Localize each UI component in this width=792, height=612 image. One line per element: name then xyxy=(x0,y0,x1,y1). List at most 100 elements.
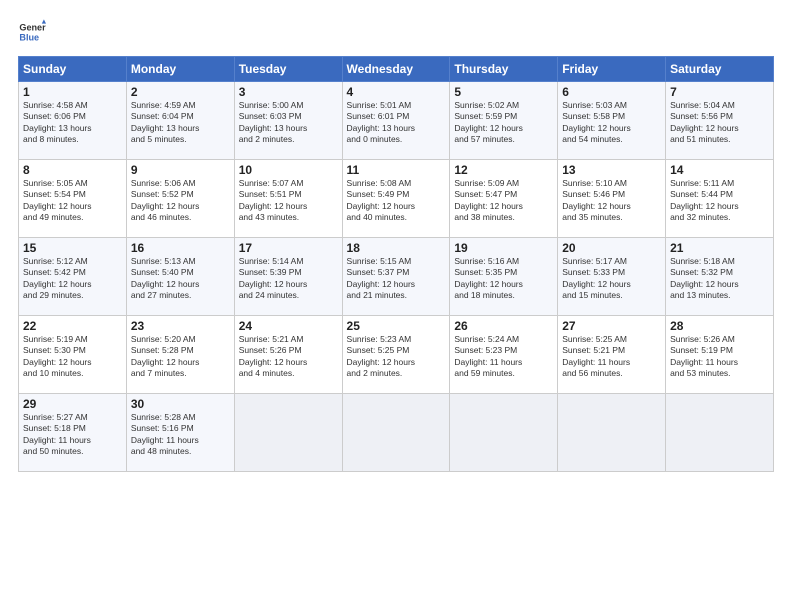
day-number: 3 xyxy=(239,85,338,99)
day-number: 5 xyxy=(454,85,553,99)
weekday-tuesday: Tuesday xyxy=(234,57,342,82)
calendar-cell: 24Sunrise: 5:21 AM Sunset: 5:26 PM Dayli… xyxy=(234,316,342,394)
day-info: Sunrise: 5:15 AM Sunset: 5:37 PM Dayligh… xyxy=(347,256,446,302)
calendar-cell xyxy=(558,394,666,472)
calendar-cell: 17Sunrise: 5:14 AM Sunset: 5:39 PM Dayli… xyxy=(234,238,342,316)
day-info: Sunrise: 5:10 AM Sunset: 5:46 PM Dayligh… xyxy=(562,178,661,224)
header: General Blue xyxy=(18,18,774,46)
weekday-monday: Monday xyxy=(126,57,234,82)
calendar-cell: 20Sunrise: 5:17 AM Sunset: 5:33 PM Dayli… xyxy=(558,238,666,316)
calendar-cell: 11Sunrise: 5:08 AM Sunset: 5:49 PM Dayli… xyxy=(342,160,450,238)
calendar-cell: 22Sunrise: 5:19 AM Sunset: 5:30 PM Dayli… xyxy=(19,316,127,394)
calendar-cell: 30Sunrise: 5:28 AM Sunset: 5:16 PM Dayli… xyxy=(126,394,234,472)
calendar-cell: 18Sunrise: 5:15 AM Sunset: 5:37 PM Dayli… xyxy=(342,238,450,316)
day-number: 29 xyxy=(23,397,122,411)
day-number: 16 xyxy=(131,241,230,255)
day-number: 12 xyxy=(454,163,553,177)
weekday-thursday: Thursday xyxy=(450,57,558,82)
day-number: 11 xyxy=(347,163,446,177)
calendar-cell: 3Sunrise: 5:00 AM Sunset: 6:03 PM Daylig… xyxy=(234,82,342,160)
calendar-cell xyxy=(234,394,342,472)
calendar-cell: 9Sunrise: 5:06 AM Sunset: 5:52 PM Daylig… xyxy=(126,160,234,238)
calendar-cell: 2Sunrise: 4:59 AM Sunset: 6:04 PM Daylig… xyxy=(126,82,234,160)
day-number: 4 xyxy=(347,85,446,99)
day-number: 30 xyxy=(131,397,230,411)
day-info: Sunrise: 5:23 AM Sunset: 5:25 PM Dayligh… xyxy=(347,334,446,380)
calendar-cell: 10Sunrise: 5:07 AM Sunset: 5:51 PM Dayli… xyxy=(234,160,342,238)
calendar-cell: 7Sunrise: 5:04 AM Sunset: 5:56 PM Daylig… xyxy=(666,82,774,160)
day-info: Sunrise: 5:08 AM Sunset: 5:49 PM Dayligh… xyxy=(347,178,446,224)
week-row-5: 29Sunrise: 5:27 AM Sunset: 5:18 PM Dayli… xyxy=(19,394,774,472)
day-number: 17 xyxy=(239,241,338,255)
calendar-cell: 6Sunrise: 5:03 AM Sunset: 5:58 PM Daylig… xyxy=(558,82,666,160)
logo: General Blue xyxy=(18,18,46,46)
day-info: Sunrise: 5:16 AM Sunset: 5:35 PM Dayligh… xyxy=(454,256,553,302)
day-number: 21 xyxy=(670,241,769,255)
calendar-cell: 23Sunrise: 5:20 AM Sunset: 5:28 PM Dayli… xyxy=(126,316,234,394)
weekday-wednesday: Wednesday xyxy=(342,57,450,82)
weekday-saturday: Saturday xyxy=(666,57,774,82)
calendar-cell: 1Sunrise: 4:58 AM Sunset: 6:06 PM Daylig… xyxy=(19,82,127,160)
day-number: 18 xyxy=(347,241,446,255)
day-info: Sunrise: 5:20 AM Sunset: 5:28 PM Dayligh… xyxy=(131,334,230,380)
day-number: 7 xyxy=(670,85,769,99)
day-number: 1 xyxy=(23,85,122,99)
day-info: Sunrise: 5:17 AM Sunset: 5:33 PM Dayligh… xyxy=(562,256,661,302)
day-info: Sunrise: 5:21 AM Sunset: 5:26 PM Dayligh… xyxy=(239,334,338,380)
week-row-3: 15Sunrise: 5:12 AM Sunset: 5:42 PM Dayli… xyxy=(19,238,774,316)
day-info: Sunrise: 5:05 AM Sunset: 5:54 PM Dayligh… xyxy=(23,178,122,224)
day-info: Sunrise: 5:01 AM Sunset: 6:01 PM Dayligh… xyxy=(347,100,446,146)
day-number: 8 xyxy=(23,163,122,177)
day-info: Sunrise: 5:26 AM Sunset: 5:19 PM Dayligh… xyxy=(670,334,769,380)
weekday-friday: Friday xyxy=(558,57,666,82)
calendar-cell: 8Sunrise: 5:05 AM Sunset: 5:54 PM Daylig… xyxy=(19,160,127,238)
day-info: Sunrise: 5:09 AM Sunset: 5:47 PM Dayligh… xyxy=(454,178,553,224)
calendar-cell: 29Sunrise: 5:27 AM Sunset: 5:18 PM Dayli… xyxy=(19,394,127,472)
logo-icon: General Blue xyxy=(18,18,46,46)
day-number: 15 xyxy=(23,241,122,255)
calendar-cell: 13Sunrise: 5:10 AM Sunset: 5:46 PM Dayli… xyxy=(558,160,666,238)
day-number: 9 xyxy=(131,163,230,177)
day-info: Sunrise: 5:07 AM Sunset: 5:51 PM Dayligh… xyxy=(239,178,338,224)
week-row-1: 1Sunrise: 4:58 AM Sunset: 6:06 PM Daylig… xyxy=(19,82,774,160)
day-info: Sunrise: 5:06 AM Sunset: 5:52 PM Dayligh… xyxy=(131,178,230,224)
day-number: 14 xyxy=(670,163,769,177)
calendar-table: SundayMondayTuesdayWednesdayThursdayFrid… xyxy=(18,56,774,472)
day-number: 24 xyxy=(239,319,338,333)
calendar-cell: 5Sunrise: 5:02 AM Sunset: 5:59 PM Daylig… xyxy=(450,82,558,160)
day-info: Sunrise: 5:03 AM Sunset: 5:58 PM Dayligh… xyxy=(562,100,661,146)
day-number: 23 xyxy=(131,319,230,333)
calendar-cell: 15Sunrise: 5:12 AM Sunset: 5:42 PM Dayli… xyxy=(19,238,127,316)
day-info: Sunrise: 5:02 AM Sunset: 5:59 PM Dayligh… xyxy=(454,100,553,146)
day-info: Sunrise: 5:13 AM Sunset: 5:40 PM Dayligh… xyxy=(131,256,230,302)
day-info: Sunrise: 5:04 AM Sunset: 5:56 PM Dayligh… xyxy=(670,100,769,146)
day-number: 28 xyxy=(670,319,769,333)
day-info: Sunrise: 5:25 AM Sunset: 5:21 PM Dayligh… xyxy=(562,334,661,380)
day-info: Sunrise: 5:18 AM Sunset: 5:32 PM Dayligh… xyxy=(670,256,769,302)
day-info: Sunrise: 4:59 AM Sunset: 6:04 PM Dayligh… xyxy=(131,100,230,146)
day-number: 20 xyxy=(562,241,661,255)
day-number: 25 xyxy=(347,319,446,333)
calendar-cell: 16Sunrise: 5:13 AM Sunset: 5:40 PM Dayli… xyxy=(126,238,234,316)
calendar-header: SundayMondayTuesdayWednesdayThursdayFrid… xyxy=(19,57,774,82)
day-number: 22 xyxy=(23,319,122,333)
calendar-cell: 26Sunrise: 5:24 AM Sunset: 5:23 PM Dayli… xyxy=(450,316,558,394)
day-number: 26 xyxy=(454,319,553,333)
calendar-cell: 14Sunrise: 5:11 AM Sunset: 5:44 PM Dayli… xyxy=(666,160,774,238)
day-info: Sunrise: 4:58 AM Sunset: 6:06 PM Dayligh… xyxy=(23,100,122,146)
day-info: Sunrise: 5:14 AM Sunset: 5:39 PM Dayligh… xyxy=(239,256,338,302)
day-number: 6 xyxy=(562,85,661,99)
day-number: 27 xyxy=(562,319,661,333)
day-info: Sunrise: 5:19 AM Sunset: 5:30 PM Dayligh… xyxy=(23,334,122,380)
calendar-cell: 12Sunrise: 5:09 AM Sunset: 5:47 PM Dayli… xyxy=(450,160,558,238)
calendar-body: 1Sunrise: 4:58 AM Sunset: 6:06 PM Daylig… xyxy=(19,82,774,472)
day-info: Sunrise: 5:27 AM Sunset: 5:18 PM Dayligh… xyxy=(23,412,122,458)
day-info: Sunrise: 5:24 AM Sunset: 5:23 PM Dayligh… xyxy=(454,334,553,380)
day-number: 19 xyxy=(454,241,553,255)
calendar-cell: 25Sunrise: 5:23 AM Sunset: 5:25 PM Dayli… xyxy=(342,316,450,394)
calendar-cell xyxy=(342,394,450,472)
svg-text:General: General xyxy=(19,23,46,33)
day-number: 10 xyxy=(239,163,338,177)
svg-text:Blue: Blue xyxy=(19,32,39,42)
weekday-header-row: SundayMondayTuesdayWednesdayThursdayFrid… xyxy=(19,57,774,82)
